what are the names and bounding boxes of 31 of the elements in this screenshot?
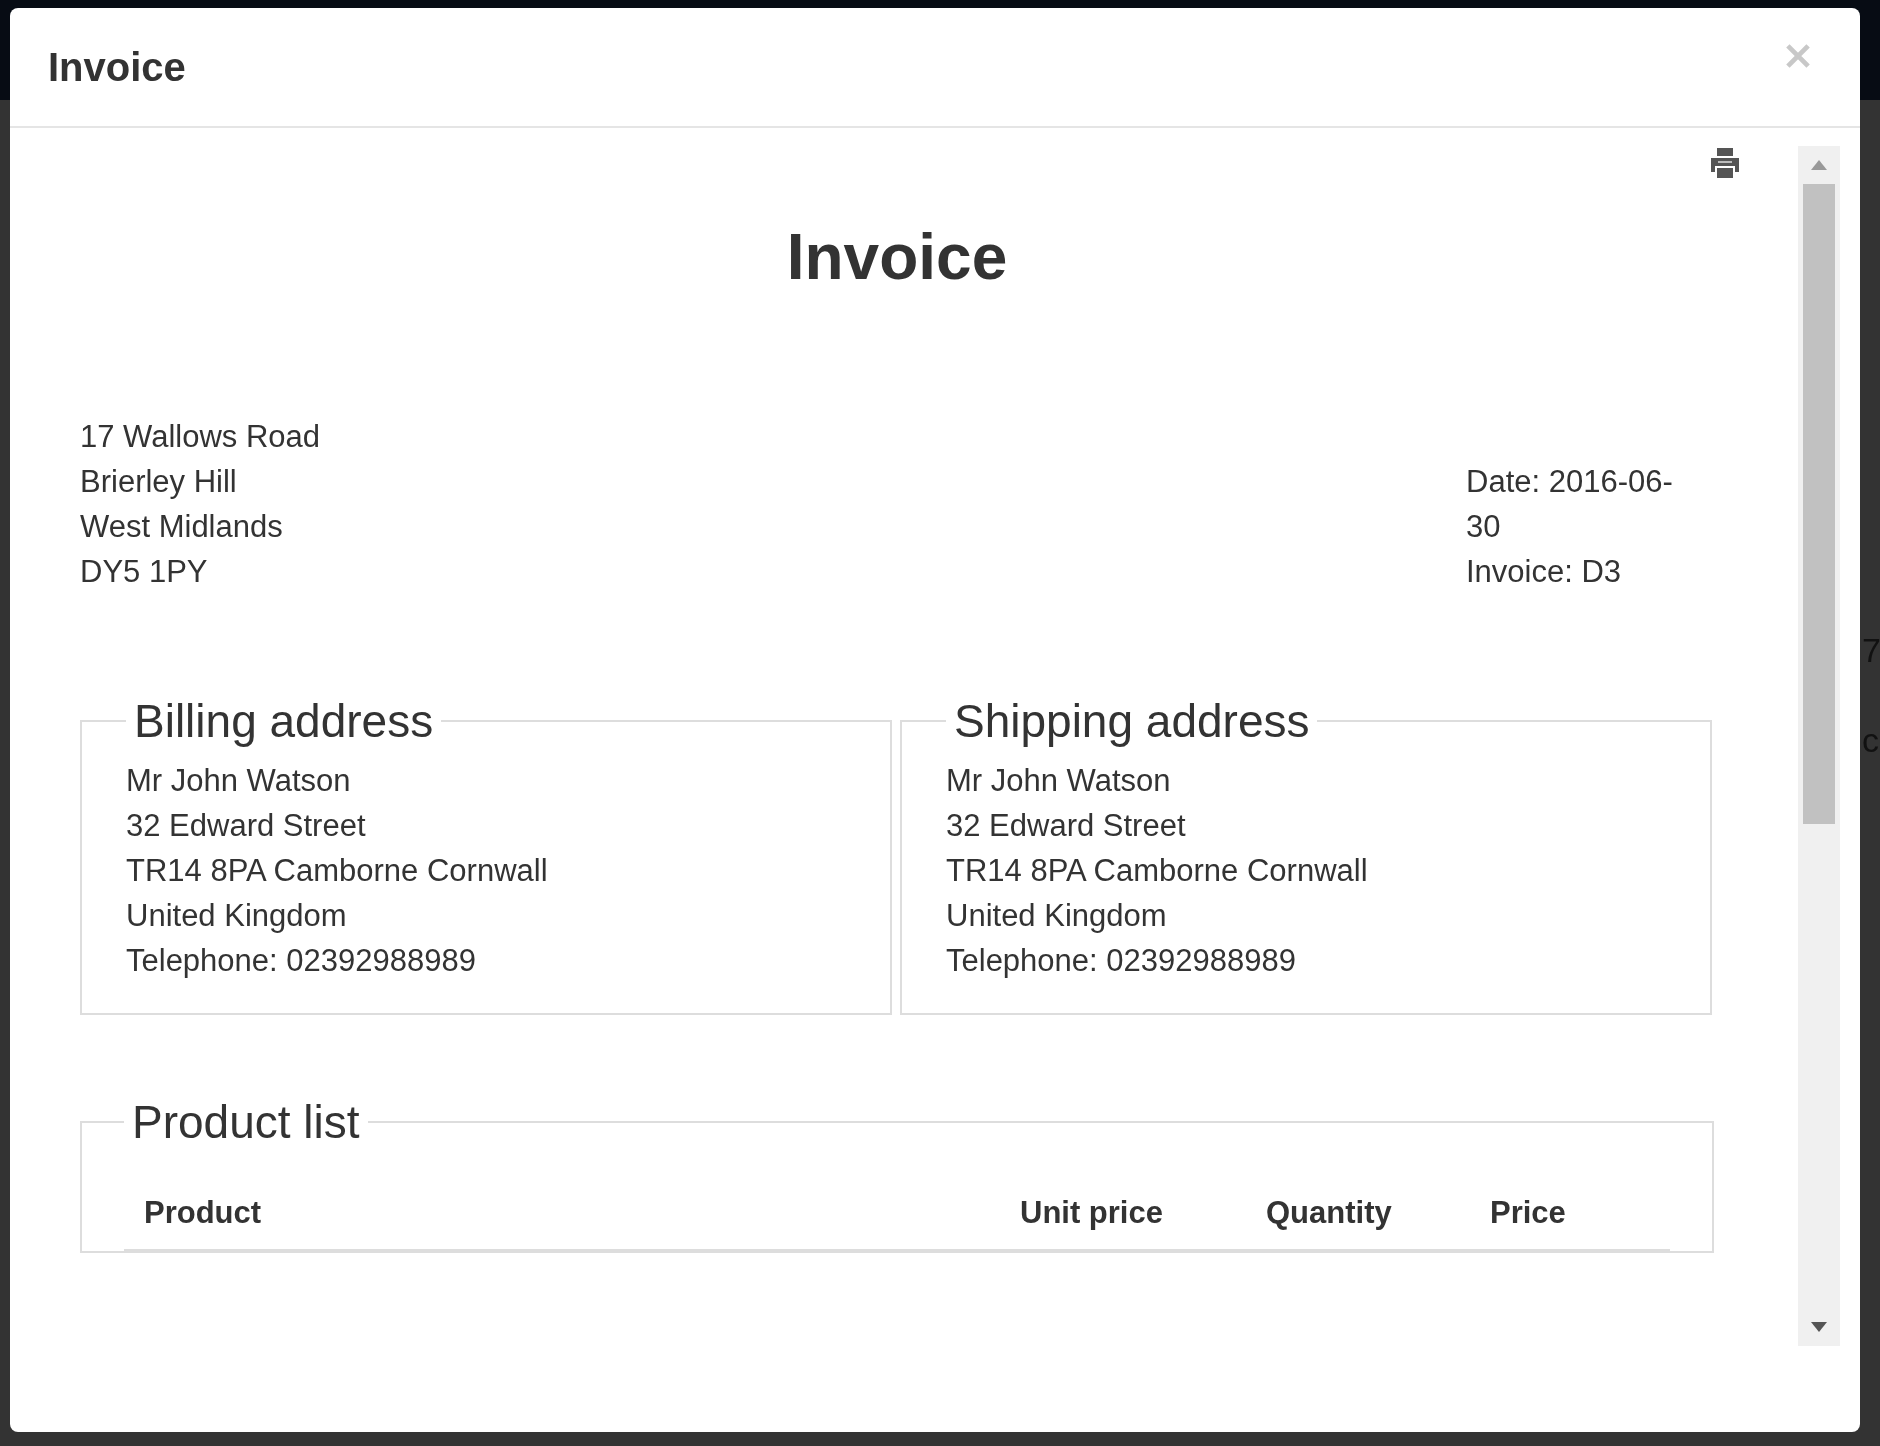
column-header: Price (1489, 1195, 1567, 1231)
invoice-meta: Date: 2016-06-30 (1466, 463, 1674, 546)
address-heading: Billing address (133, 694, 435, 748)
invoice-meta: Invoice: D3 (1466, 553, 1623, 591)
address-line: United Kingdom (946, 897, 1168, 935)
address-line: Mr John Watson (946, 762, 1172, 800)
column-header: Unit price (1019, 1195, 1164, 1231)
scroll-down-icon[interactable] (1811, 1322, 1827, 1332)
scroll-up-icon[interactable] (1811, 160, 1827, 170)
scrollbar-thumb[interactable] (1803, 184, 1835, 824)
close-icon[interactable] (1786, 44, 1810, 68)
column-header: Quantity (1265, 1195, 1393, 1231)
address-line: TR14 8PA Camborne Cornwall (126, 852, 549, 890)
address-line: 32 Edward Street (126, 807, 367, 845)
invoice-heading: Invoice (785, 220, 1009, 294)
sender-address-line: DY5 1PY (80, 553, 209, 591)
dialog-title: Invoice (48, 44, 186, 90)
address-heading: Shipping address (953, 694, 1311, 748)
sender-address-line: West Midlands (80, 508, 284, 546)
address-line: United Kingdom (126, 897, 348, 935)
address-line: Telephone: 02392988989 (126, 942, 477, 980)
column-header: Product (143, 1195, 263, 1231)
print-icon[interactable] (1708, 146, 1742, 180)
address-line: TR14 8PA Camborne Cornwall (946, 852, 1369, 890)
address-line: Mr John Watson (126, 762, 352, 800)
product-list-heading: Product list (131, 1095, 361, 1149)
sender-address-line: 17 Wallows Road (80, 418, 321, 456)
scrollbar[interactable] (1798, 146, 1840, 1346)
sender-address-line: Brierley Hill (80, 463, 238, 501)
address-line: Telephone: 02392988989 (946, 942, 1297, 980)
address-line: 32 Edward Street (946, 807, 1187, 845)
